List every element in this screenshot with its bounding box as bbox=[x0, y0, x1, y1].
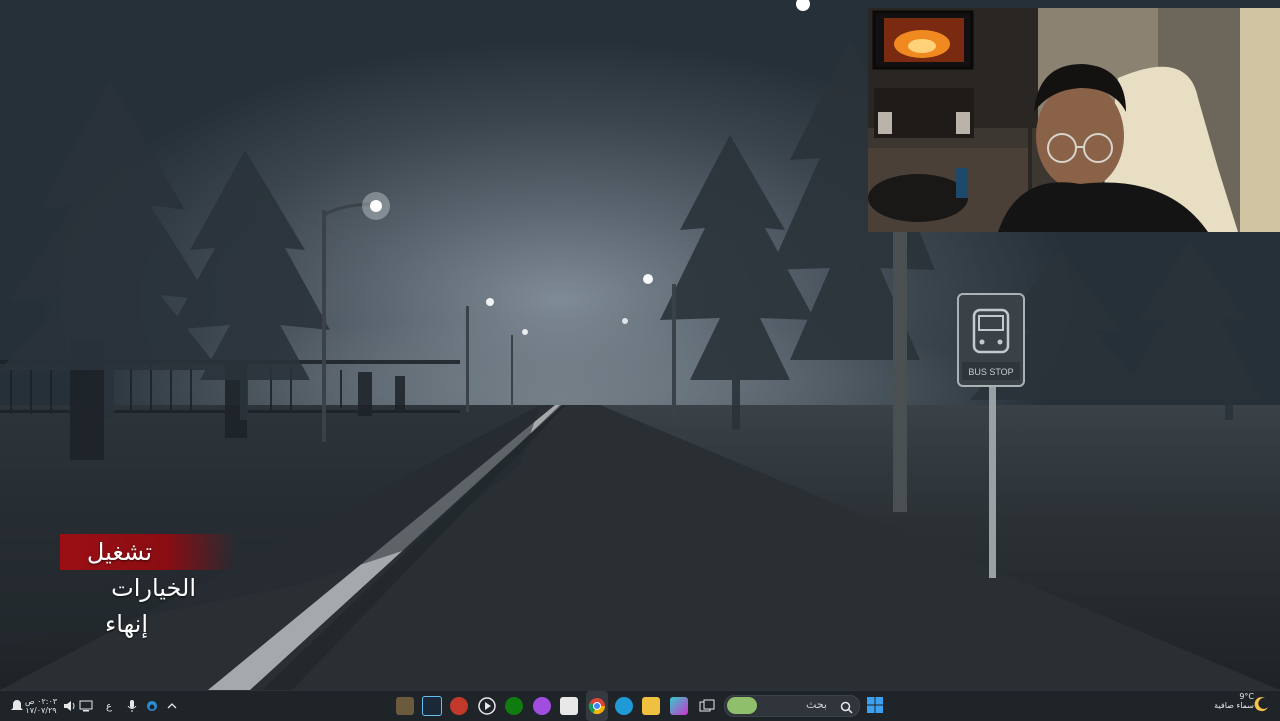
media-app-icon[interactable] bbox=[449, 691, 469, 721]
taskbar: ٠٢:٠٣ ص ١٧/٠٧/٢٩ ع bbox=[0, 690, 1280, 721]
search-highlight-image bbox=[727, 697, 757, 714]
language-indicator[interactable]: ع bbox=[102, 691, 116, 721]
chrome-icon[interactable] bbox=[586, 691, 608, 721]
photos-app-icon[interactable] bbox=[669, 691, 689, 721]
chevron-up-icon[interactable] bbox=[164, 691, 180, 721]
bus-stop-sign: BUS STOP bbox=[957, 293, 1025, 578]
webcam-overlay bbox=[868, 8, 1280, 232]
task-view-icon[interactable] bbox=[697, 691, 717, 721]
clock-time: ٠٢:٠٣ ص bbox=[24, 697, 58, 706]
weather-description: سماء صافية bbox=[1214, 701, 1254, 710]
moon-icon bbox=[1254, 696, 1270, 712]
menu-item-options[interactable]: الخيارات bbox=[60, 570, 240, 606]
weather-temp: 9°C bbox=[1239, 692, 1254, 701]
file-explorer-icon[interactable] bbox=[641, 691, 661, 721]
edge-icon[interactable] bbox=[614, 691, 634, 721]
windows-icon bbox=[867, 697, 883, 713]
microphone-icon[interactable] bbox=[124, 691, 140, 721]
volume-icon[interactable] bbox=[62, 691, 78, 721]
start-button[interactable] bbox=[866, 696, 884, 714]
clock[interactable]: ٠٢:٠٣ ص ١٧/٠٧/٢٩ bbox=[24, 691, 58, 721]
webcam-image bbox=[868, 8, 1280, 232]
clock-date: ١٧/٠٧/٢٩ bbox=[25, 706, 57, 715]
menu-item-quit[interactable]: إنهاء bbox=[60, 606, 240, 642]
network-icon[interactable] bbox=[78, 691, 94, 721]
game-app-icon[interactable] bbox=[395, 691, 415, 721]
messenger-icon[interactable] bbox=[532, 691, 552, 721]
menu-item-play[interactable]: تشغيل bbox=[60, 534, 236, 570]
store-icon[interactable] bbox=[559, 691, 579, 721]
menu-item-options-label: الخيارات bbox=[111, 574, 196, 602]
play-icon[interactable] bbox=[477, 691, 497, 721]
edge-tray-icon[interactable] bbox=[144, 691, 160, 721]
xbox-icon[interactable] bbox=[504, 691, 524, 721]
bus-stop-label: BUS STOP bbox=[968, 367, 1013, 377]
menu-item-play-label: تشغيل bbox=[86, 538, 152, 566]
game-main-menu: تشغيل الخيارات إنهاء bbox=[60, 534, 240, 642]
search-placeholder: بحث bbox=[806, 698, 827, 711]
search-icon bbox=[840, 699, 853, 718]
steam-icon[interactable] bbox=[422, 691, 442, 721]
weather-widget[interactable]: 9°C سماء صافية bbox=[1200, 692, 1254, 718]
taskbar-search[interactable]: بحث bbox=[724, 695, 860, 717]
menu-item-quit-label: إنهاء bbox=[104, 610, 148, 638]
